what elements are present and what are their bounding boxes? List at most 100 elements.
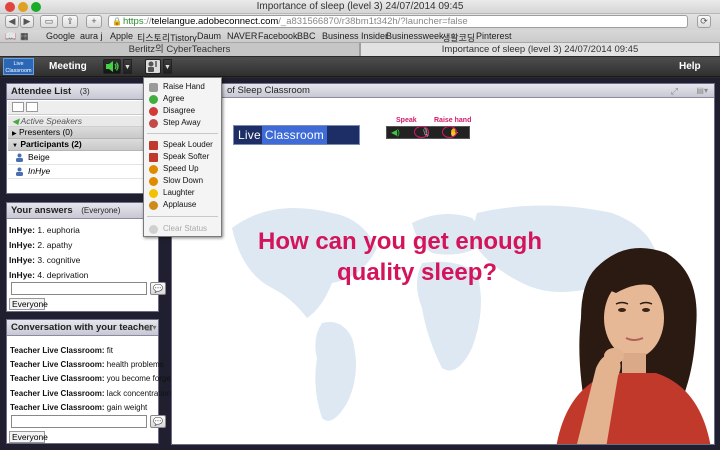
bookmark-item[interactable]: Businessweek — [386, 31, 444, 41]
chat-message: Teacher Live Classroom: health problems — [10, 360, 164, 369]
conversation-pod: Conversation with your teacher ▤▾ Teache… — [6, 319, 182, 444]
slide-question-line2: quality sleep? — [337, 259, 498, 286]
tab-label: Berlitz의 CyberTeachers — [128, 44, 231, 55]
chat-text: gain weight — [106, 403, 148, 412]
menu-item-label: Step Away — [163, 118, 201, 127]
pod-options-icon[interactable]: ▤▾ — [696, 84, 708, 98]
tab-cyberteachers[interactable]: Berlitz의 CyberTeachers — [0, 43, 360, 56]
bookmark-item[interactable]: Apple — [110, 31, 133, 41]
lock-icon: 🔒 — [112, 17, 122, 26]
menu-item-agree[interactable]: Agree — [144, 93, 221, 105]
user-icon — [16, 153, 23, 162]
help-menu[interactable]: Help — [679, 61, 701, 72]
attendee-row[interactable]: InHye — [8, 166, 157, 179]
answers-pod-title: Your answers — [11, 205, 73, 216]
status-button[interactable] — [145, 59, 161, 74]
menu-item-raise-hand[interactable]: Raise Hand — [144, 81, 221, 93]
reader-button[interactable]: ⟳ — [697, 15, 711, 28]
fullscreen-icon[interactable]: ⤢ — [671, 84, 678, 98]
attendee-name: Beige — [28, 152, 50, 162]
bookmark-item[interactable]: Facebook — [258, 31, 298, 41]
menu-item-label: Applause — [163, 200, 197, 209]
menu-separator — [147, 216, 218, 217]
bookmark-item[interactable]: Pinterest — [476, 31, 512, 41]
recipient-selector[interactable]: Everyone — [9, 298, 48, 310]
status-dropdown[interactable]: ▼ — [163, 59, 172, 74]
speak-highlight-circle — [414, 126, 429, 138]
bookmarks-icon[interactable]: 📖 — [5, 31, 16, 42]
meeting-menu[interactable]: Meeting — [49, 61, 87, 72]
send-message-button[interactable]: 💬 — [150, 282, 166, 295]
status-dropdown-menu: Raise Hand Agree Disagree Step Away Spea… — [143, 77, 222, 237]
speaker-button[interactable] — [103, 59, 121, 74]
chat-sender: Teacher Live Classroom: — [10, 403, 105, 412]
menu-item-label: Speak Softer — [163, 152, 210, 161]
menu-item-speed-up[interactable]: Speed Up — [144, 163, 221, 175]
new-tab-button[interactable]: + — [86, 15, 102, 28]
expand-arrow-icon: ▶ — [12, 131, 17, 137]
attendee-pod-header: Attendee List (3) — [7, 84, 158, 100]
bookmark-item[interactable]: Business Insider — [322, 31, 388, 41]
menu-item-disagree[interactable]: Disagree — [144, 105, 221, 117]
conversation-chat-input[interactable] — [11, 415, 147, 428]
chat-message: InHye: 2. apathy — [9, 240, 72, 250]
chat-text: 2. apathy — [37, 240, 73, 250]
logo-live-text: Live — [238, 128, 261, 142]
attendee-row[interactable]: Beige — [8, 152, 157, 165]
back-button[interactable]: ◀ — [5, 15, 19, 28]
chat-sender: Teacher Live Classroom: — [10, 346, 105, 355]
chat-sender: InHye: — [9, 225, 35, 235]
menu-item-label: Slow Down — [163, 176, 204, 185]
menu-item-applause[interactable]: Applause — [144, 199, 221, 211]
share-button[interactable]: ⇪ — [62, 15, 78, 28]
bookmark-item[interactable]: BBC — [297, 31, 316, 41]
laughter-icon — [149, 189, 158, 198]
pod-options-icon[interactable]: ▤▾ — [145, 323, 157, 332]
bookmarks-bar: 📖 ▦ Google aura j Apple 티스토리Tistory Daum… — [0, 30, 720, 43]
detail-view-icon[interactable] — [26, 102, 38, 112]
presenters-group[interactable]: ▶ Presenters (0) — [8, 127, 157, 139]
menu-item-clear-status: Clear Status — [144, 223, 221, 235]
participants-group[interactable]: ▼ Participants (2) — [8, 139, 157, 151]
chat-sender: Teacher Live Classroom: — [10, 389, 105, 398]
bookmark-item[interactable]: NAVER — [227, 31, 257, 41]
speaker-icon: ◀) — [391, 128, 400, 137]
bookmark-item[interactable]: Daum — [197, 31, 221, 41]
conversation-pod-header: Conversation with your teacher — [7, 320, 158, 336]
send-message-button[interactable]: 💬 — [150, 415, 166, 428]
presenters-label: Presenters (0) — [19, 127, 73, 137]
bookmark-item[interactable]: Google — [46, 31, 75, 41]
sidebar-button[interactable]: ▭ — [40, 15, 58, 28]
answers-chat-input[interactable] — [11, 282, 147, 295]
chat-text: lack concentration — [106, 389, 172, 398]
answers-audience: (Everyone) — [81, 206, 121, 215]
share-pod-title: of Sleep Classroom — [227, 85, 310, 96]
tab-importance-of-sleep[interactable]: Importance of sleep (level 3) 24/07/2014… — [360, 43, 720, 56]
applause-icon — [149, 201, 158, 210]
live-classroom-logo: Live Classroom — [3, 58, 34, 75]
list-view-icon[interactable] — [12, 102, 24, 112]
menu-item-slow-down[interactable]: Slow Down — [144, 175, 221, 187]
bookmark-item[interactable]: aura j — [80, 31, 103, 41]
window-titlebar: Importance of sleep (level 3) 24/07/2014… — [0, 0, 720, 14]
speak-softer-icon — [149, 153, 158, 162]
chat-message: InHye: 1. euphoria — [9, 225, 80, 235]
speak-louder-icon — [149, 141, 158, 150]
speaker-dropdown[interactable]: ▼ — [123, 59, 132, 74]
top-sites-icon[interactable]: ▦ — [20, 31, 29, 42]
menu-item-label: Disagree — [163, 106, 196, 115]
chat-message: Teacher Live Classroom: lack concentrati… — [10, 389, 171, 398]
agree-icon — [149, 95, 158, 104]
menu-item-speak-louder[interactable]: Speak Louder — [144, 139, 221, 151]
clear-status-icon — [149, 225, 158, 234]
speed-up-icon — [149, 165, 158, 174]
menu-item-step-away[interactable]: Step Away — [144, 117, 221, 129]
recipient-selector[interactable]: Everyone — [9, 431, 48, 443]
user-icon — [16, 167, 23, 176]
forward-button[interactable]: ▶ — [20, 15, 34, 28]
logo-line2: Classroom — [5, 68, 32, 74]
attendee-pod-title: Attendee List — [11, 86, 72, 97]
menu-item-speak-softer[interactable]: Speak Softer — [144, 151, 221, 163]
address-bar[interactable]: 🔒 https://telelangue.adobeconnect.com/_a… — [108, 15, 688, 28]
menu-item-laughter[interactable]: Laughter — [144, 187, 221, 199]
